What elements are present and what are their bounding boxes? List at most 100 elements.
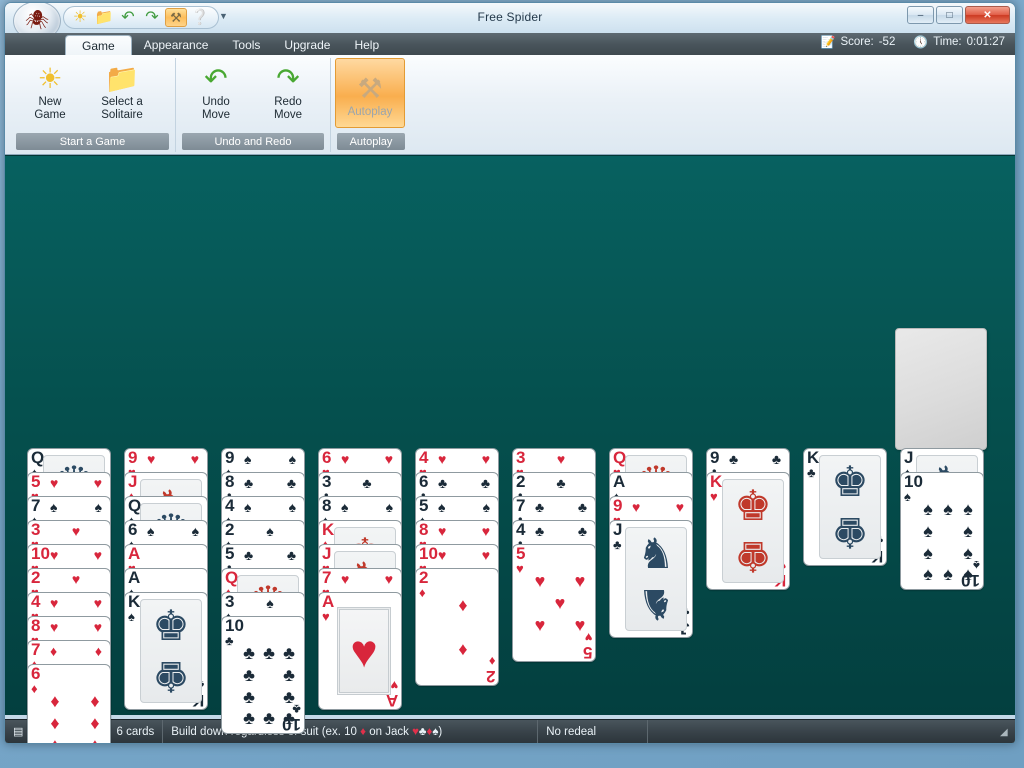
card-pips: ♦♦♦♦♦♦ <box>50 691 100 743</box>
card-pip-strip: ♥ ♥ <box>50 547 102 563</box>
tableau-icon: ▤ <box>13 726 24 738</box>
card-pip-strip: ♥ ♥ <box>50 475 102 491</box>
card-pip-strip: ♣ ♣ <box>535 499 587 515</box>
resize-grip[interactable]: ◢ <box>1000 728 1012 740</box>
redo-move-label-line2: Move <box>273 109 303 121</box>
redo-move-button[interactable]: ↷ Redo Move <box>252 58 324 122</box>
card-pips: ♣ ♣ ♣ ♣ ♣ ♣ ♣ ♣ ♣ ♣ <box>243 643 295 729</box>
undo-arrow-icon: ↶ <box>204 63 228 94</box>
card-pip-strip: ♥ ♥ <box>438 547 490 563</box>
select-solitaire-label-line1: Select a <box>101 96 143 108</box>
autoplay-wand-icon: ⚒ <box>357 72 383 104</box>
card-pip-strip: ♣ ♣ <box>438 475 490 491</box>
card-pip-strip: ♣ ♣ <box>729 451 781 467</box>
card-pip-strip: ♥ ♥ <box>341 451 393 467</box>
minimize-button[interactable]: – <box>907 6 934 24</box>
card-corner-rank: J ♣ <box>613 520 623 552</box>
tab-upgrade[interactable]: Upgrade <box>272 34 342 55</box>
tab-game[interactable]: Game <box>65 35 132 56</box>
card-pip-strip: ♠ <box>266 523 274 539</box>
card-6♦[interactable]: 6♦6♦♦♦♦♦♦♦ <box>27 664 111 743</box>
undo-move-button[interactable]: ↶ Undo Move <box>180 58 252 122</box>
card-corner-rank: K ♣ <box>807 448 820 480</box>
card-corner-rank: K ♥ <box>710 472 723 504</box>
card-pip-strip: ♠ ♠ <box>244 451 296 467</box>
undo-move-label-line2: Move <box>201 109 231 121</box>
game-board[interactable]: Q♠♛♛5♥♥♥7♠♠♠3♥♥10♥♥♥2♥♥4♥♥♥8♥♥♥7♦♦♦6♦6♦♦… <box>5 155 1015 743</box>
card-pip-strip: ♦ ♦ <box>50 643 102 659</box>
card-pip-strip: ♠ ♠ <box>244 499 296 515</box>
court-card-art: ♚♚ <box>140 599 202 703</box>
card-5♥[interactable]: 5 ♥ 5 ♥ ♥ ♥ ♥ ♥ ♥ <box>512 544 596 662</box>
new-game-label-line2: Game <box>34 109 66 121</box>
autoplay-button[interactable]: ⚒ Autoplay <box>335 58 405 128</box>
card-K♥[interactable]: K♥K♥♚♚ <box>706 472 790 590</box>
time-label: Time: <box>933 36 962 48</box>
card-A♥[interactable]: A ♥ A ♥ ♥ <box>318 592 402 710</box>
card-pip-strip <box>147 572 199 586</box>
ribbon-group-autoplay: ⚒ Autoplay Autoplay <box>331 58 411 152</box>
status-card-count: 6 cards <box>109 719 164 743</box>
card-pip-strip: ♥ ♥ <box>50 619 102 635</box>
card-J♣[interactable]: J♣J♣♞♞ <box>609 520 693 638</box>
court-card-art: ♞♞ <box>625 527 687 631</box>
court-card-art: ♚♚ <box>722 479 784 583</box>
card-2♦[interactable]: 2 ♦ 2 ♦ ♦ ♦ <box>415 568 499 686</box>
redo-arrow-icon: ↷ <box>276 63 300 94</box>
card-pip-strip: ♣ ♣ <box>244 475 296 491</box>
new-game-button[interactable]: ☀ New Game <box>14 58 86 122</box>
card-pips: ♠ ♠ ♠ ♠ ♠ ♠ ♠ ♠ ♠ ♠ <box>923 499 973 585</box>
card-pip-strip: ♠ ♠ <box>438 499 490 515</box>
status-bar: ▤ Tableau 10 6 cards Build down regardle… <box>5 719 1015 743</box>
card-pip-strip: ♥ ♥ <box>50 595 102 611</box>
ribbon: ☀ New Game 📁 Select a Solitaire Start a … <box>5 55 1015 155</box>
card-K♠[interactable]: K♠K♠♚♚ <box>124 592 208 710</box>
autoplay-label: Autoplay <box>347 105 393 118</box>
window-controls: – □ ✕ <box>907 6 1010 24</box>
status-redeal: No redeal <box>538 719 649 743</box>
card-pip-strip: ♥ ♥ <box>632 499 684 515</box>
card-pip-strip: ♥ <box>71 523 81 539</box>
card-pip-strip: ♠ <box>266 595 274 611</box>
card-pip-strip: ♥ ♥ <box>438 451 490 467</box>
select-solitaire-button[interactable]: 📁 Select a Solitaire <box>86 58 158 122</box>
score-label: Score: <box>840 36 874 48</box>
tab-help[interactable]: Help <box>342 34 391 55</box>
card-pip-strip: ♥ ♥ <box>341 571 393 587</box>
ribbon-group-start-a-game: ☀ New Game 📁 Select a Solitaire Start a … <box>10 58 176 152</box>
card-pips: ♦ ♦ <box>458 595 468 659</box>
close-button[interactable]: ✕ <box>965 6 1010 24</box>
card-pip-strip: ♠ ♠ <box>147 523 199 539</box>
card-pip-strip: ♥ ♥ <box>438 523 490 539</box>
card-corner-rank: 6 ♦ <box>31 664 41 696</box>
card-pip-strip: ♣ ♣ <box>244 547 296 563</box>
undo-move-label-line1: Undo <box>202 96 230 108</box>
card-pip-strip: ♣ <box>556 475 566 491</box>
card-10♠[interactable]: 10 ♠ 10 ♠ ♠ ♠ ♠ ♠ ♠ ♠ ♠ ♠ ♠ ♠ <box>900 472 984 590</box>
folder-icon: 📁 <box>104 63 140 94</box>
clock-icon: 🕔 <box>913 35 929 49</box>
score-value: -52 <box>878 36 896 48</box>
application-window: 🕷 ☀ 📁 ↶ ↷ ⚒ ❔ ▼ Free Spider – □ ✕ Game A… <box>4 2 1016 744</box>
window-title: Free Spider <box>477 10 543 24</box>
status-rule-text: Build down regardless of suit (ex. 10 ♦ … <box>163 719 539 743</box>
stock-pile[interactable] <box>895 328 987 450</box>
tab-appearance[interactable]: Appearance <box>132 34 221 55</box>
court-card-art: ♚♚ <box>819 455 881 559</box>
header-status: 📝 Score: -52 🕔 Time: 0:01:27 <box>821 36 1005 48</box>
card-pips: ♥ ♥ ♥ ♥ ♥ <box>534 571 586 635</box>
card-pip-strip: ♥ ♥ <box>147 451 199 467</box>
card-pip-strip <box>632 476 684 490</box>
title-bar: 🕷 ☀ 📁 ↶ ↷ ⚒ ❔ ▼ Free Spider – □ ✕ <box>5 3 1015 41</box>
maximize-button[interactable]: □ <box>936 6 963 24</box>
tab-tools[interactable]: Tools <box>220 34 272 55</box>
group-label-undo-and-redo: Undo and Redo <box>182 133 324 150</box>
card-pip-strip: ♥ <box>556 451 566 467</box>
status-spacer <box>648 720 1015 744</box>
card-10♣[interactable]: 10 ♣ 10 ♣ ♣ ♣ ♣ ♣ ♣ ♣ ♣ ♣ ♣ ♣ <box>221 616 305 734</box>
group-label-autoplay: Autoplay <box>337 133 405 150</box>
ribbon-group-undo-and-redo: ↶ Undo Move ↷ Redo Move Undo and Redo <box>176 58 331 152</box>
card-corner-rank: 2 ♦ <box>419 568 429 600</box>
card-K♣[interactable]: K♣K♣♚♚ <box>803 448 887 566</box>
new-game-label-line1: New <box>38 96 62 108</box>
